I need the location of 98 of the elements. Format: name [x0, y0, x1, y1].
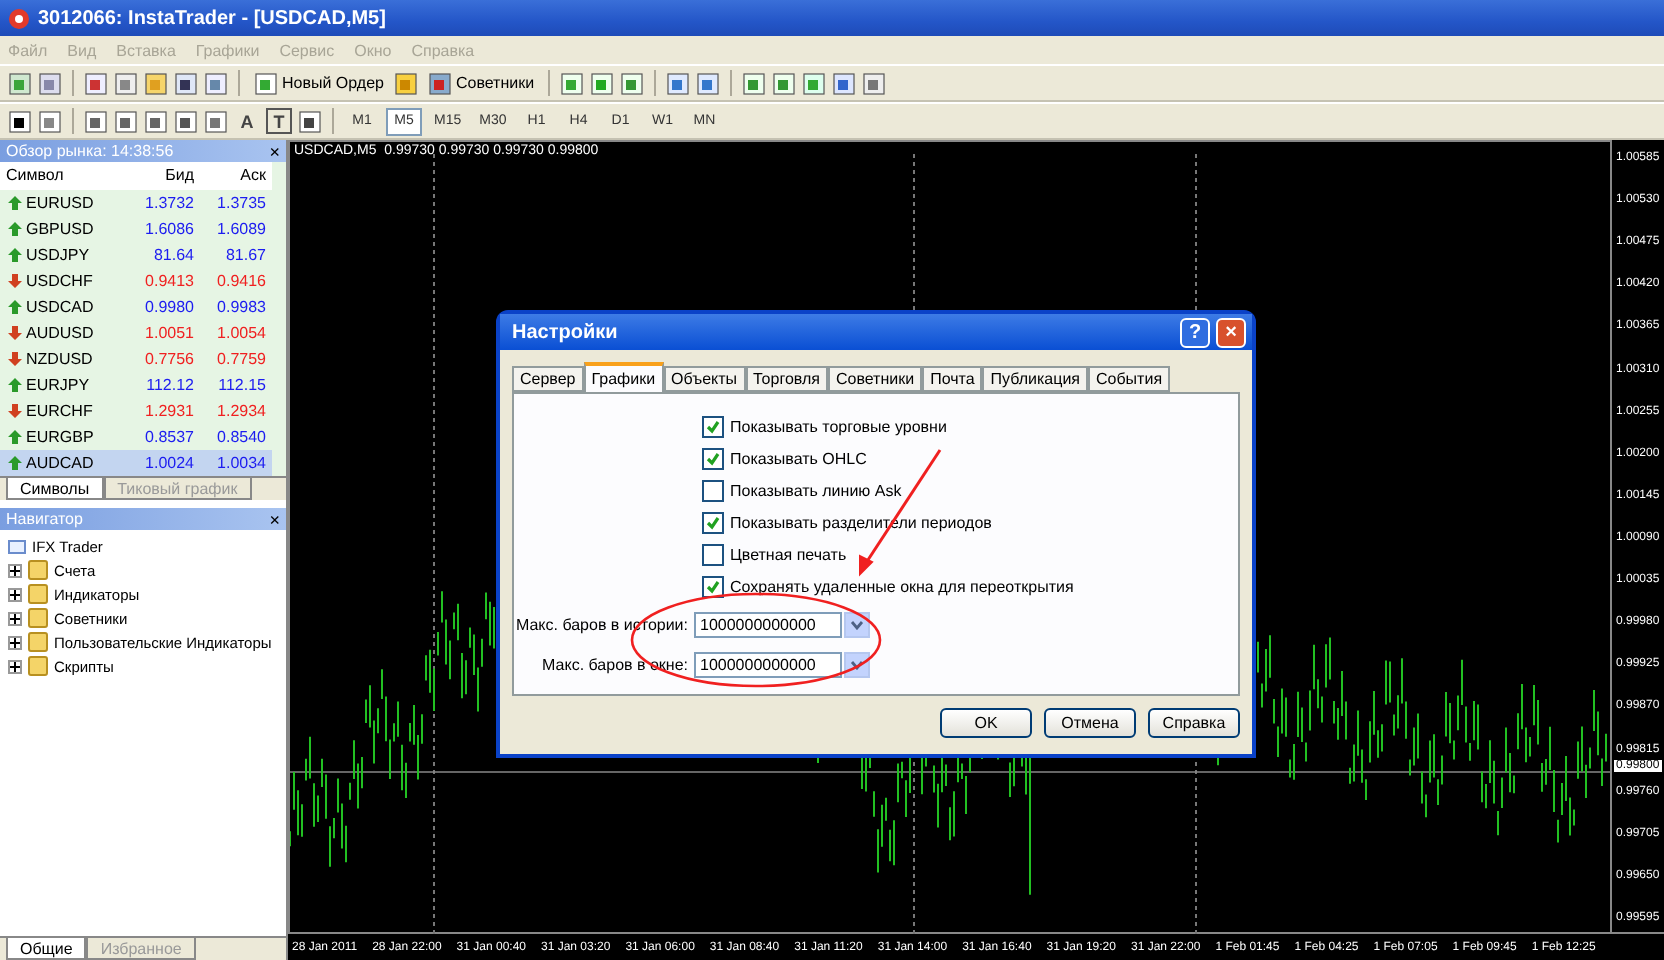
ask-cell-text: 0.7759	[215, 348, 268, 372]
panel-title: Навигатор	[6, 510, 83, 528]
text-tool[interactable]: A	[234, 108, 260, 134]
checkbox-label: Показывать линию Ask	[730, 482, 902, 500]
bid-cell-text: 0.9413	[143, 270, 196, 294]
bid-cell-text: 112.12	[144, 374, 196, 398]
ask-cell-text: 1.0054	[215, 322, 268, 346]
checkbox[interactable]	[702, 576, 724, 598]
symbol-text: EURUSD	[26, 194, 94, 212]
dialog-button[interactable]: Справка	[1148, 708, 1240, 738]
symbol-cell[interactable]: USDCAD	[0, 294, 120, 320]
close-button[interactable]: ×	[269, 509, 280, 529]
symbol-cell[interactable]: AUDUSD	[0, 320, 120, 346]
close-button[interactable]: ×	[269, 141, 280, 161]
checkbox-label: Показывать OHLC	[730, 450, 867, 468]
symbol-text: GBPUSD	[26, 220, 94, 238]
ask-cell-text: 81.67	[223, 244, 268, 268]
tab[interactable]: Объекты	[663, 366, 746, 392]
symbol-cell[interactable]: EURJPY	[0, 372, 120, 398]
checkbox[interactable]	[702, 448, 724, 470]
label-tool[interactable]: T	[266, 108, 292, 134]
tab[interactable]: Символы	[6, 478, 104, 500]
symbol-text: USDJPY	[26, 246, 90, 264]
checkbox-label: Сохранять удаленные окна для переоткрытия	[730, 578, 1074, 596]
up-arrow-icon	[8, 300, 22, 314]
experts-button[interactable]: Советники	[423, 68, 539, 98]
symbol-cell[interactable]: EURCHF	[0, 398, 120, 424]
input-field[interactable]: 1000000000000	[694, 612, 842, 638]
symbol-cell[interactable]: AUDCAD	[0, 450, 120, 476]
window-title: 3012066: InstaTrader - [USDCAD,M5]	[38, 7, 386, 29]
symbol-text: AUDUSD	[26, 324, 94, 342]
expand-button[interactable]	[8, 659, 22, 673]
checkbox[interactable]	[702, 416, 724, 438]
symbol-text: USDCAD	[26, 298, 94, 316]
bid-cell: 1.0024	[120, 450, 200, 476]
help-button[interactable]: ?	[1180, 317, 1210, 347]
ask-cell-text: 112.15	[216, 374, 268, 398]
expand-button[interactable]	[8, 611, 22, 625]
tab[interactable]: Публикация	[982, 366, 1088, 392]
down-arrow-icon	[8, 274, 22, 288]
symbol-cell[interactable]: GBPUSD	[0, 216, 120, 242]
bid-cell-text: 1.0051	[143, 322, 196, 346]
input-field[interactable]: 1000000000000	[694, 652, 842, 678]
symbol-cell[interactable]: EURGBP	[0, 424, 120, 450]
bid-cell-text: 1.3732	[143, 192, 196, 216]
symbol-text: USDCHF	[26, 272, 93, 290]
tab[interactable]: Торговля	[745, 366, 828, 392]
new-order-button[interactable]: Новый Ордер	[250, 68, 388, 98]
tab[interactable]: Советники	[827, 366, 923, 392]
column-header: Аск	[200, 162, 272, 190]
symbol-text: EURCHF	[26, 402, 93, 420]
ask-cell-text: 0.9983	[215, 296, 268, 320]
symbol-cell[interactable]: NZDUSD	[0, 346, 120, 372]
tab[interactable]: Графики	[583, 362, 664, 392]
tab[interactable]: События	[1088, 366, 1171, 392]
symbol-cell[interactable]: EURUSD	[0, 190, 120, 216]
app-icon	[8, 7, 30, 29]
symbol-cell[interactable]: USDCHF	[0, 268, 120, 294]
ask-cell-text: 1.6089	[215, 218, 268, 242]
up-arrow-icon	[8, 378, 22, 392]
chevron-icon	[850, 620, 864, 630]
expand-button[interactable]	[8, 587, 22, 601]
close-button[interactable]: ×	[1216, 317, 1246, 347]
tab[interactable]: Сервер	[512, 366, 584, 392]
checkbox[interactable]	[702, 512, 724, 534]
symbol-text: EURGBP	[26, 428, 94, 446]
expand-button[interactable]	[8, 563, 22, 577]
panel-title: Обзор рынка: 14:38:56	[6, 142, 174, 160]
ask-cell-text: 1.3735	[215, 192, 268, 216]
column-header: Символ	[0, 162, 120, 190]
bid-cell-text: 0.8537	[143, 426, 196, 450]
dialog-button[interactable]: OK	[940, 708, 1032, 738]
chevron-icon	[850, 660, 864, 670]
bid-cell-text: 81.64	[151, 244, 196, 268]
checkbox-label: Показывать торговые уровни	[730, 418, 947, 436]
ask-cell-text: 0.8540	[215, 426, 268, 450]
ask-cell-text: 0.9416	[215, 270, 268, 294]
bid-cell-text: 0.9980	[143, 296, 196, 320]
symbol-text: EURJPY	[26, 376, 90, 394]
expand-button[interactable]	[8, 635, 22, 649]
checkbox[interactable]	[702, 544, 724, 566]
tab[interactable]: Почта	[922, 366, 983, 392]
bid-cell-text: 1.2931	[143, 400, 196, 424]
down-arrow-icon	[8, 404, 22, 418]
bid-cell-text: 1.6086	[143, 218, 196, 242]
column-header: Бид	[120, 162, 200, 190]
dropdown-button[interactable]	[844, 612, 870, 638]
dialog-button[interactable]: Отмена	[1044, 708, 1136, 738]
ask-cell-text: 1.2934	[215, 400, 268, 424]
dialog-title: Настройки	[512, 321, 620, 343]
symbol-text: NZDUSD	[26, 350, 93, 368]
bid-cell-text: 0.7756	[143, 348, 196, 372]
symbol-cell[interactable]: USDJPY	[0, 242, 120, 268]
checkbox-label: Цветная печать	[730, 546, 847, 564]
ask-cell: 1.0034	[200, 450, 272, 476]
checkbox[interactable]	[702, 480, 724, 502]
symbol-text: AUDCAD	[26, 454, 94, 472]
tab[interactable]: Общие	[6, 938, 87, 960]
